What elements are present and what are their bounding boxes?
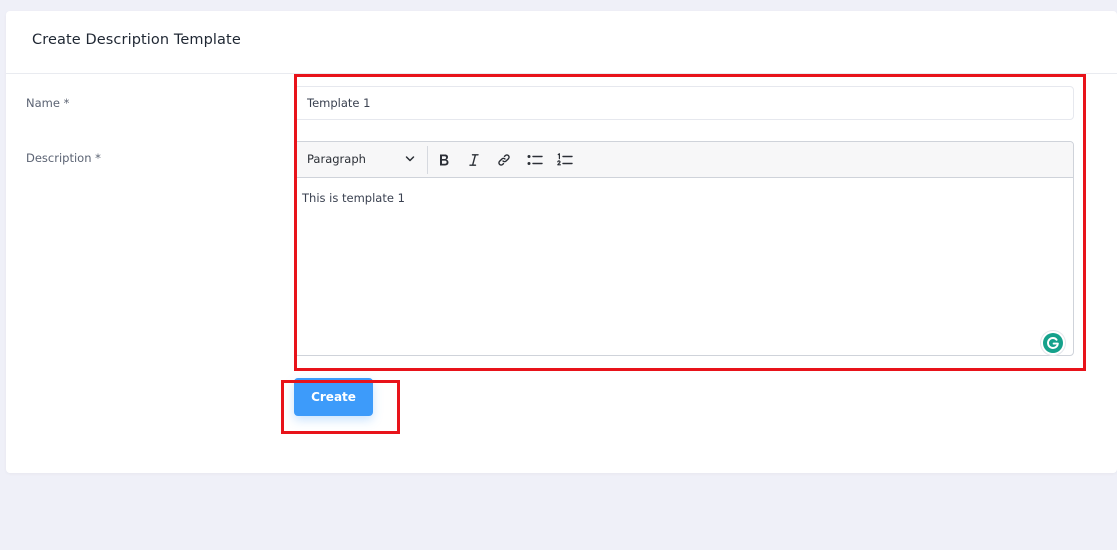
bold-button[interactable] [432, 148, 456, 172]
link-button[interactable] [492, 148, 516, 172]
block-style-dropdown[interactable]: Paragraph [295, 142, 427, 177]
grammarly-button[interactable] [1041, 331, 1065, 355]
description-editor: Paragraph This is template 1 [294, 141, 1074, 356]
italic-button[interactable] [462, 148, 486, 172]
name-label: Name * [26, 96, 70, 110]
numbered-list-icon [557, 153, 573, 166]
chevron-down-icon [405, 156, 415, 162]
numbered-list-button[interactable] [553, 148, 577, 172]
create-button[interactable]: Create [294, 378, 373, 416]
bulleted-list-button[interactable] [523, 148, 547, 172]
italic-icon [469, 154, 479, 166]
editor-content[interactable]: This is template 1 [295, 178, 1073, 355]
editor-paragraph: This is template 1 [302, 191, 405, 205]
toolbar-separator [427, 146, 428, 174]
page-title: Create Description Template [32, 32, 241, 48]
grammarly-icon [1043, 333, 1063, 353]
card-header: Create Description Template [6, 11, 1117, 74]
bulleted-list-icon [527, 155, 543, 165]
description-label: Description * [26, 151, 101, 165]
name-input[interactable] [294, 86, 1074, 120]
editor-toolbar: Paragraph [295, 142, 1073, 178]
bold-icon [440, 154, 449, 166]
link-icon [498, 154, 510, 166]
block-style-label: Paragraph [307, 152, 366, 166]
